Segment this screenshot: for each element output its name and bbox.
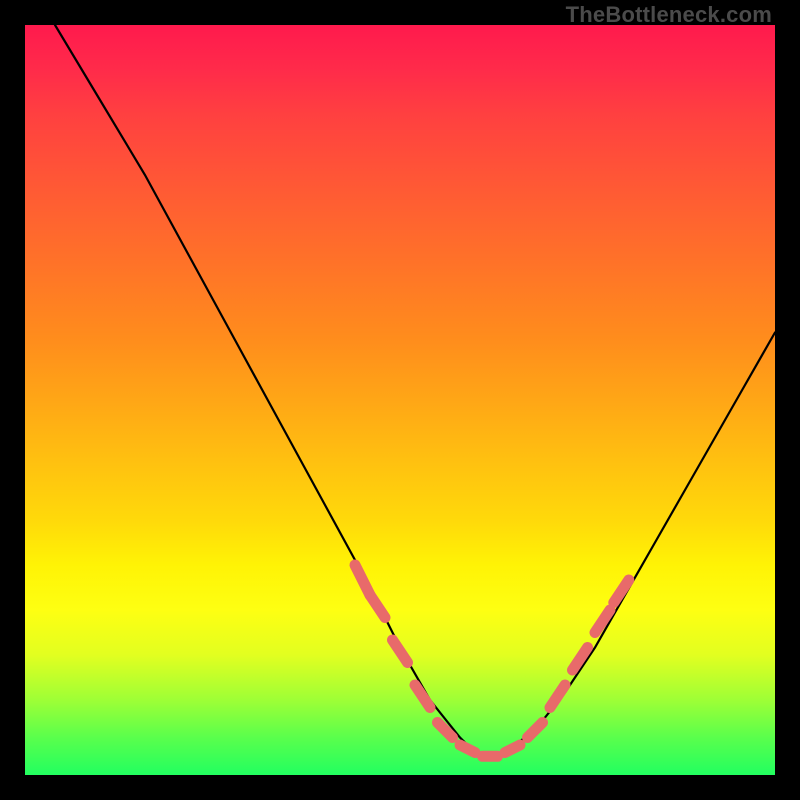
dash-layer bbox=[355, 565, 629, 756]
highlight-dash bbox=[460, 745, 475, 753]
bottleneck-curve bbox=[55, 25, 775, 760]
chart-svg bbox=[25, 25, 775, 775]
highlight-dash bbox=[505, 745, 520, 753]
highlight-dash bbox=[528, 723, 543, 738]
chart-frame: TheBottleneck.com bbox=[0, 0, 800, 800]
highlight-dash bbox=[370, 595, 385, 618]
highlight-dash bbox=[573, 648, 588, 671]
curve-layer bbox=[55, 25, 775, 760]
highlight-dash bbox=[393, 640, 408, 663]
highlight-dash bbox=[595, 610, 610, 633]
highlight-dash bbox=[550, 685, 565, 708]
highlight-dash bbox=[415, 685, 430, 708]
highlight-dash bbox=[614, 580, 629, 603]
